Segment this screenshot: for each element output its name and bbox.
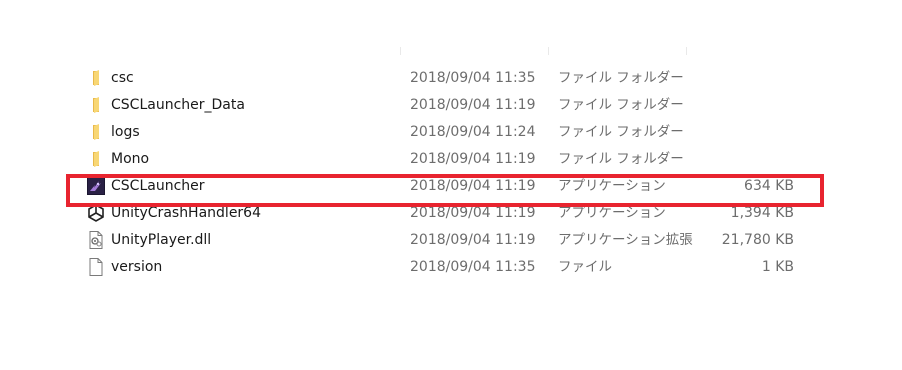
column-divider[interactable] (548, 47, 549, 55)
file-type: ファイル フォルダー (558, 70, 684, 86)
file-row[interactable]: Mono 2018/09/04 11:19 ファイル フォルダー (80, 146, 810, 173)
column-divider[interactable] (686, 47, 687, 55)
file-name: CSCLauncher_Data (111, 97, 245, 113)
unity-icon (86, 203, 106, 223)
file-name: UnityPlayer.dll (111, 232, 212, 248)
file-icon (86, 257, 106, 277)
file-name: logs (111, 124, 140, 140)
app-icon (86, 176, 106, 196)
file-row[interactable]: logs 2018/09/04 11:24 ファイル フォルダー (80, 119, 810, 146)
file-date: 2018/09/04 11:35 (410, 259, 536, 275)
folder-icon (86, 68, 106, 88)
file-size: 634 KB (744, 178, 794, 194)
file-date: 2018/09/04 11:19 (410, 178, 536, 194)
file-row[interactable]: csc 2018/09/04 11:35 ファイル フォルダー (80, 65, 810, 92)
file-name: CSCLauncher (111, 178, 205, 194)
folder-icon (86, 122, 106, 142)
file-type: アプリケーション拡張 (558, 232, 693, 248)
file-name: Mono (111, 151, 150, 167)
file-name: UnityCrashHandler64 (111, 205, 262, 221)
dll-icon (86, 230, 106, 250)
file-size: 1 KB (761, 259, 794, 275)
file-date: 2018/09/04 11:19 (410, 232, 536, 248)
file-row[interactable]: UnityPlayer.dll 2018/09/04 11:19 アプリケーショ… (80, 227, 810, 254)
file-date: 2018/09/04 11:19 (410, 205, 536, 221)
file-type: アプリケーション (558, 178, 666, 194)
file-date: 2018/09/04 11:19 (410, 151, 536, 167)
column-divider[interactable] (400, 47, 401, 55)
file-name: csc (111, 70, 134, 86)
file-date: 2018/09/04 11:24 (410, 124, 536, 140)
file-type: ファイル (558, 259, 612, 275)
folder-icon (86, 149, 106, 169)
file-row[interactable]: CSCLauncher 2018/09/04 11:19 アプリケーション 63… (80, 173, 810, 200)
file-date: 2018/09/04 11:35 (410, 70, 536, 86)
file-type: ファイル フォルダー (558, 97, 684, 113)
file-type: ファイル フォルダー (558, 151, 684, 167)
file-size: 21,780 KB (721, 232, 794, 248)
file-row[interactable]: UnityCrashHandler64 2018/09/04 11:19 アプリ… (80, 200, 810, 227)
file-type: ファイル フォルダー (558, 124, 684, 140)
file-type: アプリケーション (558, 205, 666, 221)
explorer-window: csc 2018/09/04 11:35 ファイル フォルダー CSCLaunc… (0, 0, 902, 370)
file-date: 2018/09/04 11:19 (410, 97, 536, 113)
folder-icon (86, 95, 106, 115)
file-row[interactable]: version 2018/09/04 11:35 ファイル 1 KB (80, 254, 810, 281)
file-row[interactable]: CSCLauncher_Data 2018/09/04 11:19 ファイル フ… (80, 92, 810, 119)
file-name: version (111, 259, 163, 275)
file-size: 1,394 KB (730, 205, 794, 221)
